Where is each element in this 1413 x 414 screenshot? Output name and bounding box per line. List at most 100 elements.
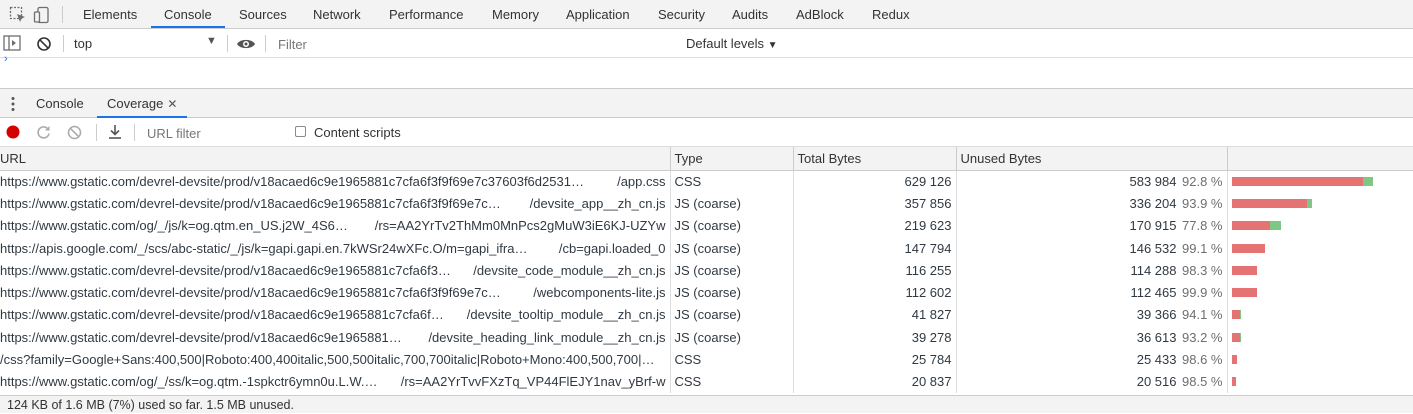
inspect-element-icon[interactable]: [9, 6, 27, 27]
log-levels-dropdown[interactable]: Default levels ▼: [686, 36, 778, 51]
usage-bar-cell: [1227, 215, 1413, 237]
usage-bar-cell: [1227, 281, 1413, 303]
url-filter-input[interactable]: [141, 123, 291, 143]
context-selector[interactable]: top: [74, 36, 92, 51]
tab-sources[interactable]: Sources: [239, 0, 287, 28]
record-icon[interactable]: [6, 125, 20, 142]
url-suffix: /rs=AA2YrTvvFXzTq_VP44FlEJY1nav_yBrf-w: [400, 374, 666, 390]
usage-bar: [1231, 221, 1410, 231]
column-header-type[interactable]: Type: [670, 147, 794, 171]
usage-bar-cell: [1227, 371, 1413, 393]
url-prefix: https://apis.google.com/_/scs/abc-static…: [0, 240, 528, 256]
unused-bytes-cell: 336 204 93.9 %: [956, 192, 1228, 215]
table-row[interactable]: https://www.gstatic.com/devrel-devsite/p…: [0, 303, 1413, 327]
url-cell[interactable]: https://www.gstatic.com/devrel-devsite/p…: [0, 303, 671, 327]
unused-bytes-cell: 114 288 98.3 %: [956, 259, 1228, 282]
unused-percent: 77.8 %: [1182, 218, 1223, 234]
toolbar-divider: [62, 6, 63, 23]
coverage-table: URL Type Total Bytes Unused Bytes https:…: [0, 147, 1413, 393]
coverage-table-body: https://www.gstatic.com/devrel-devsite/p…: [0, 170, 1413, 393]
tab-application[interactable]: Application: [566, 0, 630, 28]
show-sidebar-icon[interactable]: [3, 35, 21, 54]
unused-bytes-value: 20 516: [1136, 374, 1177, 390]
url-suffix: /app.css: [617, 173, 666, 189]
table-row[interactable]: https://www.gstatic.com/devrel-devsite/p…: [0, 170, 1413, 193]
usage-bar-cell: [1227, 259, 1413, 281]
table-row[interactable]: https://apis.google.com/_/scs/abc-static…: [0, 236, 1413, 260]
url-cell[interactable]: https://www.gstatic.com/devrel-devsite/p…: [0, 326, 671, 349]
table-row[interactable]: https://www.gstatic.com/og/_/ss/k=og.qtm…: [0, 370, 1413, 393]
tab-redux[interactable]: Redux: [872, 0, 910, 28]
url-prefix: https://www.gstatic.com/og/_/js/k=og.qtm…: [0, 218, 348, 234]
device-toolbar-icon[interactable]: [33, 6, 51, 27]
unused-bytes-value: 146 532: [1129, 240, 1177, 256]
unused-bytes-value: 36 613: [1136, 329, 1177, 345]
url-cell[interactable]: https://www.gstatic.com/devrel-devsite/p…: [0, 192, 671, 215]
tab-audits[interactable]: Audits: [732, 0, 768, 28]
console-prompt-caret-icon: ›: [4, 53, 8, 65]
export-download-icon[interactable]: [107, 124, 123, 143]
dropdown-arrow-icon: ▼: [767, 40, 778, 51]
eye-icon[interactable]: [236, 38, 256, 53]
unused-bytes-bar: [1231, 198, 1308, 208]
clear-console-icon[interactable]: [36, 36, 52, 55]
table-row[interactable]: https://www.gstatic.com/og/_/js/k=og.qtm…: [0, 214, 1413, 237]
console-filter-input[interactable]: [272, 34, 676, 54]
total-bytes-cell: 25 784: [793, 348, 957, 371]
url-cell[interactable]: https://www.gstatic.com/og/_/ss/k=og.qtm…: [0, 370, 671, 393]
unused-bytes-bar: [1231, 243, 1265, 253]
unused-bytes-cell: 170 915 77.8 %: [956, 214, 1228, 237]
column-header-unused-bytes[interactable]: Unused Bytes: [956, 147, 1228, 171]
reload-icon[interactable]: [36, 125, 51, 143]
tab-console[interactable]: Console: [151, 0, 225, 28]
drawer-tab-coverage[interactable]: Coverage ✕: [97, 89, 188, 118]
url-cell[interactable]: /css?family=Google+Sans:400,500|Roboto:4…: [0, 348, 671, 371]
drawer-tab-console[interactable]: Console: [36, 89, 84, 118]
url-cell[interactable]: https://www.gstatic.com/devrel-devsite/p…: [0, 170, 671, 193]
table-row[interactable]: https://www.gstatic.com/devrel-devsite/p…: [0, 192, 1413, 215]
table-row[interactable]: https://www.gstatic.com/devrel-devsite/p…: [0, 281, 1413, 304]
column-header-url[interactable]: URL: [0, 147, 671, 171]
url-prefix: https://www.gstatic.com/devrel-devsite/p…: [0, 285, 501, 301]
used-bytes-bar: [1239, 332, 1241, 342]
url-prefix: https://www.gstatic.com/og/_/ss/k=og.qtm…: [0, 374, 378, 390]
coverage-status-bar: 124 KB of 1.6 MB (7%) used so far. 1.5 M…: [0, 395, 1413, 413]
drawer-menu-icon[interactable]: [10, 96, 16, 115]
clear-icon[interactable]: [67, 125, 82, 143]
url-cell[interactable]: https://apis.google.com/_/scs/abc-static…: [0, 236, 671, 260]
unused-bytes-cell: 583 984 92.8 %: [956, 170, 1228, 193]
usage-bar: [1231, 377, 1410, 387]
used-bytes-bar: [1270, 221, 1282, 231]
url-prefix: https://www.gstatic.com/devrel-devsite/p…: [0, 329, 402, 345]
total-bytes-cell: 39 278: [793, 326, 957, 349]
content-scripts-checkbox[interactable]: [295, 126, 306, 137]
unused-bytes-cell: 146 532 99.1 %: [956, 236, 1228, 260]
tab-security[interactable]: Security: [658, 0, 705, 28]
unused-percent: 93.2 %: [1182, 329, 1223, 345]
table-row[interactable]: https://www.gstatic.com/devrel-devsite/p…: [0, 326, 1413, 349]
url-cell[interactable]: https://www.gstatic.com/og/_/js/k=og.qtm…: [0, 214, 671, 237]
url-cell[interactable]: https://www.gstatic.com/devrel-devsite/p…: [0, 259, 671, 282]
tab-performance[interactable]: Performance: [389, 0, 463, 28]
total-bytes-cell: 112 602: [793, 281, 957, 304]
unused-bytes-bar: [1231, 310, 1241, 320]
url-cell[interactable]: https://www.gstatic.com/devrel-devsite/p…: [0, 281, 671, 304]
column-header-usage-bar[interactable]: [1227, 147, 1413, 171]
close-icon[interactable]: ✕: [167, 97, 177, 111]
total-bytes-cell: 147 794: [793, 236, 957, 260]
total-bytes-cell: 219 623: [793, 214, 957, 237]
type-cell: CSS: [670, 370, 794, 393]
tab-elements[interactable]: Elements: [83, 0, 137, 28]
table-row[interactable]: /css?family=Google+Sans:400,500|Roboto:4…: [0, 348, 1413, 371]
type-cell: CSS: [670, 170, 794, 193]
usage-bar-cell: [1227, 348, 1413, 370]
column-header-total-bytes[interactable]: Total Bytes: [793, 147, 957, 171]
drawer-tab-bar: Console Coverage ✕: [0, 88, 1413, 118]
unused-percent: 92.8 %: [1182, 173, 1223, 189]
tab-adblock[interactable]: AdBlock: [796, 0, 844, 28]
table-row[interactable]: https://www.gstatic.com/devrel-devsite/p…: [0, 259, 1413, 282]
tab-memory[interactable]: Memory: [492, 0, 539, 28]
tab-network[interactable]: Network: [313, 0, 361, 28]
unused-percent: 99.9 %: [1182, 285, 1223, 301]
dropdown-arrow-icon[interactable]: ▼: [206, 35, 217, 47]
